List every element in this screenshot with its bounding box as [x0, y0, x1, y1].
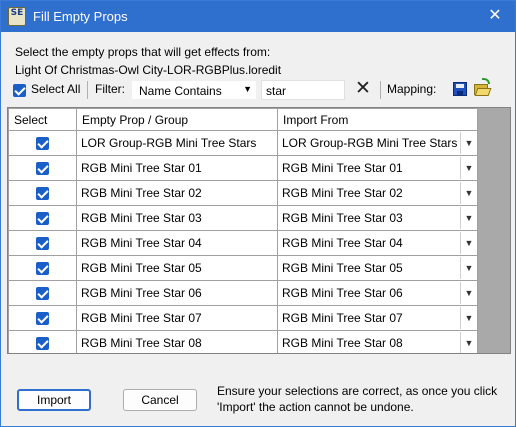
select-cell[interactable]: [8, 130, 77, 156]
chevron-down-icon[interactable]: ▼: [460, 332, 477, 353]
filter-mode-select[interactable]: Name Contains ▼: [131, 80, 257, 100]
import-from-select[interactable]: RGB Mini Tree Star 04 ▼: [277, 230, 478, 256]
empty-prop-cell[interactable]: RGB Mini Tree Star 03: [76, 205, 278, 231]
import-from-select[interactable]: RGB Mini Tree Star 02 ▼: [277, 180, 478, 206]
import-from-value: RGB Mini Tree Star 07: [282, 311, 403, 325]
fill-empty-props-dialog: SE Fill Empty Props ✕ Select the empty p…: [0, 0, 516, 427]
empty-prop-cell[interactable]: RGB Mini Tree Star 08: [76, 330, 278, 353]
cancel-button[interactable]: Cancel: [123, 389, 197, 411]
props-grid: Select Empty Prop / Group Import From LO…: [7, 107, 511, 354]
select-cell[interactable]: [8, 255, 77, 281]
app-icon: SE: [8, 7, 26, 26]
import-warning-text: Ensure your selections are correct, as o…: [217, 384, 498, 414]
row-checkbox[interactable]: [36, 262, 49, 276]
table-row: RGB Mini Tree Star 01 RGB Mini Tree Star…: [8, 155, 478, 181]
clear-filter-icon[interactable]: ✕: [355, 78, 371, 100]
filter-label: Filter:: [95, 82, 125, 96]
import-from-value: RGB Mini Tree Star 05: [282, 261, 403, 275]
dialog-footer: Import Cancel Ensure your selections are…: [1, 369, 515, 427]
filter-toolbar: Select All Filter: Name Contains ▼ star …: [11, 78, 505, 101]
select-all-checkbox[interactable]: [13, 84, 26, 97]
empty-prop-cell[interactable]: RGB Mini Tree Star 06: [76, 280, 278, 306]
column-header-empty-prop[interactable]: Empty Prop / Group: [76, 108, 278, 131]
import-from-value: RGB Mini Tree Star 08: [282, 336, 403, 350]
mapping-label: Mapping:: [387, 82, 437, 96]
select-cell[interactable]: [8, 305, 77, 331]
intro-line: Select the empty props that will get eff…: [15, 45, 271, 59]
chevron-down-icon[interactable]: ▼: [460, 307, 477, 329]
save-icon[interactable]: [453, 82, 467, 96]
import-from-value: RGB Mini Tree Star 02: [282, 186, 403, 200]
title-bar[interactable]: SE Fill Empty Props ✕: [1, 1, 515, 32]
import-from-value: RGB Mini Tree Star 03: [282, 211, 403, 225]
empty-prop-cell[interactable]: LOR Group-RGB Mini Tree Stars: [76, 130, 278, 156]
toolbar-divider: [87, 81, 88, 99]
import-from-select[interactable]: RGB Mini Tree Star 03 ▼: [277, 205, 478, 231]
table-row: RGB Mini Tree Star 02 RGB Mini Tree Star…: [8, 180, 478, 206]
row-checkbox[interactable]: [36, 162, 49, 176]
table-row: RGB Mini Tree Star 03 RGB Mini Tree Star…: [8, 205, 478, 231]
chevron-down-icon[interactable]: ▼: [460, 257, 477, 279]
import-from-select[interactable]: RGB Mini Tree Star 08 ▼: [277, 330, 478, 353]
import-from-select[interactable]: RGB Mini Tree Star 01 ▼: [277, 155, 478, 181]
import-from-value: RGB Mini Tree Star 01: [282, 161, 403, 175]
column-header-import-from[interactable]: Import From: [277, 108, 478, 131]
import-from-select[interactable]: RGB Mini Tree Star 05 ▼: [277, 255, 478, 281]
import-button[interactable]: Import: [17, 389, 91, 411]
chevron-down-icon[interactable]: ▼: [460, 282, 477, 304]
import-from-select[interactable]: LOR Group-RGB Mini Tree Stars ▼: [277, 130, 478, 156]
toolbar-divider: [380, 81, 381, 99]
row-checkbox[interactable]: [36, 187, 49, 201]
chevron-down-icon[interactable]: ▼: [460, 232, 477, 254]
chevron-down-icon[interactable]: ▼: [460, 182, 477, 204]
source-file-name: Light Of Christmas-Owl City-LOR-RGBPlus.…: [15, 63, 282, 77]
select-cell[interactable]: [8, 155, 77, 181]
row-checkbox[interactable]: [36, 212, 49, 226]
chevron-down-icon[interactable]: ▼: [460, 132, 477, 154]
import-from-value: RGB Mini Tree Star 06: [282, 286, 403, 300]
table-row: RGB Mini Tree Star 08 RGB Mini Tree Star…: [8, 330, 478, 353]
import-from-select[interactable]: RGB Mini Tree Star 06 ▼: [277, 280, 478, 306]
select-cell[interactable]: [8, 205, 77, 231]
props-table: Select Empty Prop / Group Import From LO…: [8, 108, 478, 353]
row-checkbox[interactable]: [36, 312, 49, 326]
import-from-value: LOR Group-RGB Mini Tree Stars: [282, 136, 458, 150]
table-row: RGB Mini Tree Star 04 RGB Mini Tree Star…: [8, 230, 478, 256]
close-icon[interactable]: ✕: [487, 7, 503, 25]
table-row: RGB Mini Tree Star 07 RGB Mini Tree Star…: [8, 305, 478, 331]
window-title: Fill Empty Props: [33, 9, 128, 24]
select-cell[interactable]: [8, 330, 77, 353]
select-cell[interactable]: [8, 230, 77, 256]
chevron-down-icon[interactable]: ▼: [460, 157, 477, 179]
empty-prop-cell[interactable]: RGB Mini Tree Star 07: [76, 305, 278, 331]
row-checkbox[interactable]: [36, 237, 49, 251]
open-folder-icon[interactable]: [473, 78, 492, 97]
select-cell[interactable]: [8, 180, 77, 206]
empty-prop-cell[interactable]: RGB Mini Tree Star 05: [76, 255, 278, 281]
table-row: LOR Group-RGB Mini Tree Stars LOR Group-…: [8, 130, 478, 156]
import-from-value: RGB Mini Tree Star 04: [282, 236, 403, 250]
import-from-select[interactable]: RGB Mini Tree Star 07 ▼: [277, 305, 478, 331]
row-checkbox[interactable]: [36, 337, 49, 351]
chevron-down-icon[interactable]: ▼: [460, 207, 477, 229]
column-header-select[interactable]: Select: [8, 108, 77, 131]
filter-mode-value: Name Contains: [139, 84, 222, 98]
empty-prop-cell[interactable]: RGB Mini Tree Star 02: [76, 180, 278, 206]
row-checkbox[interactable]: [36, 287, 49, 301]
row-checkbox[interactable]: [36, 137, 49, 151]
table-row: RGB Mini Tree Star 05 RGB Mini Tree Star…: [8, 255, 478, 281]
select-all-label[interactable]: Select All: [31, 82, 80, 96]
intro-text: Select the empty props that will get eff…: [15, 43, 281, 79]
filter-text-input[interactable]: star: [261, 80, 345, 100]
chevron-down-icon: ▼: [243, 84, 252, 94]
grid-header-row: Select Empty Prop / Group Import From: [8, 108, 478, 131]
empty-prop-cell[interactable]: RGB Mini Tree Star 01: [76, 155, 278, 181]
table-row: RGB Mini Tree Star 06 RGB Mini Tree Star…: [8, 280, 478, 306]
select-cell[interactable]: [8, 280, 77, 306]
empty-prop-cell[interactable]: RGB Mini Tree Star 04: [76, 230, 278, 256]
